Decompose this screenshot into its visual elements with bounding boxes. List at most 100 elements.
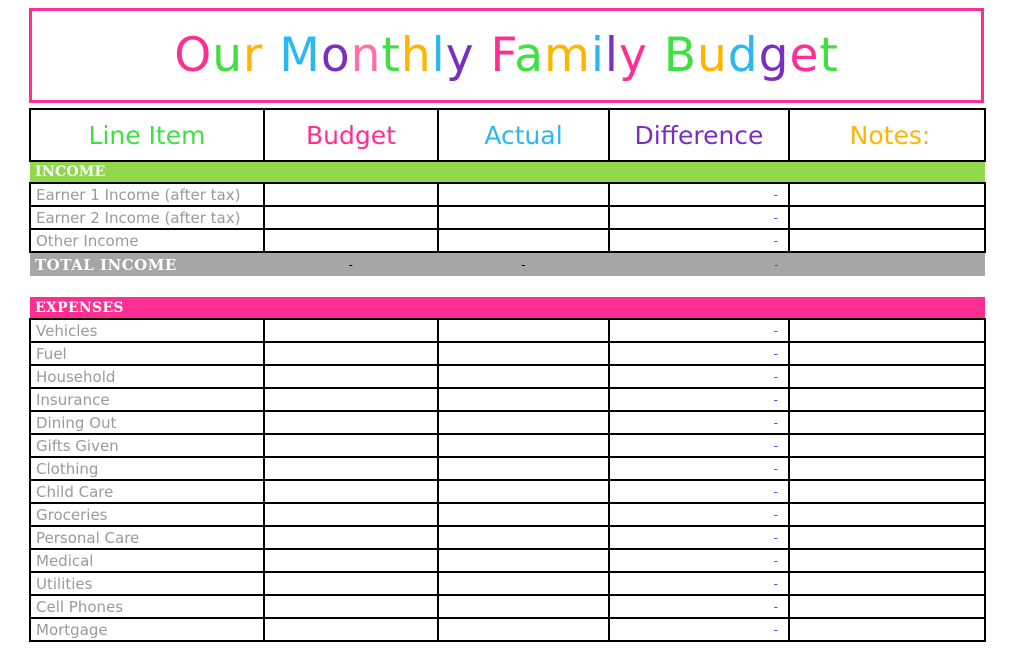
notes-cell[interactable] <box>788 205 986 230</box>
row-label[interactable]: Gifts Given <box>29 433 265 458</box>
difference-cell[interactable]: - <box>608 182 790 207</box>
notes-cell[interactable] <box>788 617 986 642</box>
difference-cell[interactable]: - <box>608 433 790 458</box>
row-label[interactable]: Vehicles <box>29 318 265 343</box>
difference-cell[interactable]: - <box>608 617 790 642</box>
header-difference[interactable]: Difference <box>608 108 790 162</box>
budget-cell[interactable] <box>263 433 439 458</box>
table-row[interactable]: Utilities - <box>29 571 986 596</box>
row-label[interactable]: Fuel <box>29 341 265 366</box>
difference-cell[interactable]: - <box>608 410 790 435</box>
table-row[interactable]: Gifts Given - <box>29 433 986 458</box>
budget-cell[interactable] <box>263 410 439 435</box>
notes-cell[interactable] <box>788 433 986 458</box>
table-row[interactable]: Child Care - <box>29 479 986 504</box>
notes-cell[interactable] <box>788 318 986 343</box>
row-label[interactable]: Personal Care <box>29 525 265 550</box>
difference-cell[interactable]: - <box>608 341 790 366</box>
table-row[interactable]: Earner 1 Income (after tax) - <box>29 182 986 207</box>
notes-cell[interactable] <box>788 182 986 207</box>
budget-cell[interactable] <box>263 205 439 230</box>
row-label[interactable]: Medical <box>29 548 265 573</box>
budget-cell[interactable] <box>263 456 439 481</box>
budget-cell[interactable] <box>263 318 439 343</box>
notes-cell[interactable] <box>788 525 986 550</box>
budget-cell[interactable] <box>263 548 439 573</box>
difference-cell[interactable]: - <box>608 502 790 527</box>
budget-cell[interactable] <box>263 341 439 366</box>
table-row[interactable]: Personal Care - <box>29 525 986 550</box>
budget-cell[interactable] <box>263 571 439 596</box>
actual-cell[interactable] <box>437 617 610 642</box>
difference-cell[interactable]: - <box>608 479 790 504</box>
actual-cell[interactable] <box>437 228 610 253</box>
budget-cell[interactable] <box>263 502 439 527</box>
row-label[interactable]: Insurance <box>29 387 265 412</box>
actual-cell[interactable] <box>437 525 610 550</box>
table-row[interactable]: Insurance - <box>29 387 986 412</box>
row-label[interactable]: Utilities <box>29 571 265 596</box>
difference-cell[interactable]: - <box>608 525 790 550</box>
notes-cell[interactable] <box>788 410 986 435</box>
notes-cell[interactable] <box>788 502 986 527</box>
budget-cell[interactable] <box>263 525 439 550</box>
actual-cell[interactable] <box>437 479 610 504</box>
header-notes[interactable]: Notes: <box>788 108 986 162</box>
actual-cell[interactable] <box>437 548 610 573</box>
notes-cell[interactable] <box>788 456 986 481</box>
budget-cell[interactable] <box>263 182 439 207</box>
actual-cell[interactable] <box>437 456 610 481</box>
notes-cell[interactable] <box>788 387 986 412</box>
notes-cell[interactable] <box>788 479 986 504</box>
notes-cell[interactable] <box>788 571 986 596</box>
difference-cell[interactable]: - <box>608 318 790 343</box>
budget-cell[interactable] <box>263 479 439 504</box>
actual-cell[interactable] <box>437 433 610 458</box>
actual-cell[interactable] <box>437 182 610 207</box>
difference-cell[interactable]: - <box>608 205 790 230</box>
row-label[interactable]: Cell Phones <box>29 594 265 619</box>
table-row[interactable]: Clothing - <box>29 456 986 481</box>
row-label[interactable]: Mortgage <box>29 617 265 642</box>
actual-cell[interactable] <box>437 364 610 389</box>
row-label[interactable]: Other Income <box>29 228 265 253</box>
row-label[interactable]: Earner 1 Income (after tax) <box>29 182 265 207</box>
budget-cell[interactable] <box>263 594 439 619</box>
table-row[interactable]: Earner 2 Income (after tax) - <box>29 205 986 230</box>
difference-cell[interactable]: - <box>608 548 790 573</box>
difference-cell[interactable]: - <box>608 571 790 596</box>
row-label[interactable]: Household <box>29 364 265 389</box>
table-row[interactable]: Vehicles - <box>29 318 986 343</box>
budget-cell[interactable] <box>263 364 439 389</box>
actual-cell[interactable] <box>437 318 610 343</box>
difference-cell[interactable]: - <box>608 594 790 619</box>
actual-cell[interactable] <box>437 594 610 619</box>
budget-cell[interactable] <box>263 617 439 642</box>
notes-cell[interactable] <box>788 341 986 366</box>
difference-cell[interactable]: - <box>608 364 790 389</box>
row-label[interactable]: Clothing <box>29 456 265 481</box>
actual-cell[interactable] <box>437 387 610 412</box>
table-row[interactable]: Fuel - <box>29 341 986 366</box>
table-row[interactable]: Medical - <box>29 548 986 573</box>
notes-cell[interactable] <box>788 548 986 573</box>
actual-cell[interactable] <box>437 341 610 366</box>
difference-cell[interactable]: - <box>608 387 790 412</box>
row-label[interactable]: Earner 2 Income (after tax) <box>29 205 265 230</box>
notes-cell[interactable] <box>788 228 986 253</box>
notes-cell[interactable] <box>788 364 986 389</box>
table-row[interactable]: Household - <box>29 364 986 389</box>
table-row[interactable]: Groceries - <box>29 502 986 527</box>
budget-cell[interactable] <box>263 387 439 412</box>
difference-cell[interactable]: - <box>608 456 790 481</box>
row-label[interactable]: Groceries <box>29 502 265 527</box>
notes-cell[interactable] <box>788 594 986 619</box>
table-row[interactable]: Dining Out - <box>29 410 986 435</box>
header-line-item[interactable]: Line Item <box>29 108 265 162</box>
table-row[interactable]: Cell Phones - <box>29 594 986 619</box>
actual-cell[interactable] <box>437 410 610 435</box>
table-row[interactable]: Other Income - <box>29 228 986 253</box>
actual-cell[interactable] <box>437 502 610 527</box>
budget-cell[interactable] <box>263 228 439 253</box>
header-budget[interactable]: Budget <box>263 108 439 162</box>
